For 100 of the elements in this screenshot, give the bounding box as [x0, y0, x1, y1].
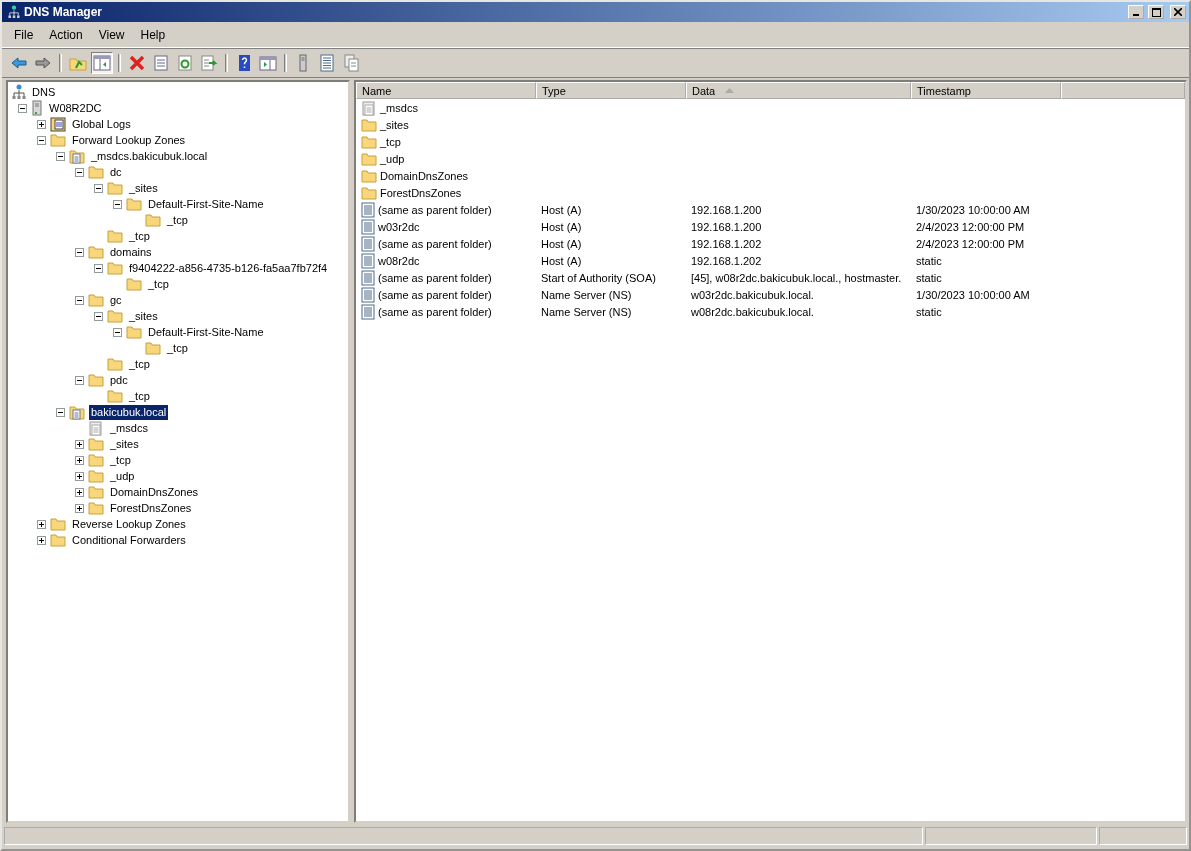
record-name[interactable]: w08r2dc	[378, 254, 420, 267]
tree-item[interactable]: _tcp	[146, 276, 171, 292]
tree-item[interactable]: bakicubuk.local	[89, 404, 169, 420]
tree-item[interactable]: Conditional Forwarders	[70, 532, 188, 548]
tree-item[interactable]: _sites	[127, 180, 160, 196]
collapse-toggle[interactable]	[56, 407, 65, 417]
record-icon	[361, 252, 375, 269]
tree-item[interactable]: _tcp	[127, 356, 152, 372]
record-timestamp: 2/4/2023 12:00:00 PM	[916, 237, 1025, 250]
tree-item[interactable]: ForestDnsZones	[108, 500, 194, 516]
network-icon	[8, 5, 20, 19]
tree-item[interactable]: _tcp	[165, 212, 190, 228]
record-name[interactable]: DomainDnsZones	[380, 169, 469, 182]
collapse-toggle[interactable]	[94, 183, 103, 193]
tree-item[interactable]: _tcp	[127, 228, 152, 244]
tree-item[interactable]: _tcp	[127, 388, 152, 404]
tree-item[interactable]: W08R2DC	[47, 100, 104, 116]
pane-icon[interactable]	[91, 52, 113, 74]
record-name[interactable]: _tcp	[380, 135, 401, 148]
window-title: DNS Manager	[24, 5, 103, 19]
record-name[interactable]: _msdcs	[380, 101, 418, 114]
record-name[interactable]: (same as parent folder)	[378, 271, 492, 284]
record-data: 192.168.1.200	[691, 220, 762, 233]
tree-item[interactable]: f9404222-a856-4735-b126-fa5aa7fb72f4	[127, 260, 330, 276]
collapse-toggle[interactable]	[75, 375, 84, 385]
tree-item[interactable]: _sites	[127, 308, 160, 324]
tree-item[interactable]: _msdcs.bakicubuk.local	[89, 148, 210, 164]
folder-icon	[50, 533, 66, 547]
record-icon	[361, 286, 375, 303]
export-icon[interactable]	[198, 52, 220, 74]
record-type: Host (A)	[541, 220, 582, 233]
tree-item[interactable]: Forward Lookup Zones	[70, 132, 188, 148]
tree-item[interactable]: Global Logs	[70, 116, 133, 132]
tree-item[interactable]: DNS	[30, 84, 58, 100]
tree-item[interactable]: pdc	[108, 372, 130, 388]
menu-item[interactable]: View	[90, 26, 133, 44]
collapse-toggle[interactable]	[113, 199, 122, 209]
column-header[interactable]: Timestamp	[911, 82, 1061, 99]
record-name[interactable]: ForestDnsZones	[380, 186, 462, 199]
folder-icon	[88, 469, 104, 483]
collapse-toggle[interactable]	[75, 295, 84, 305]
record-icon	[361, 235, 375, 252]
tree-item[interactable]: _tcp	[165, 340, 190, 356]
record-data: 192.168.1.202	[691, 254, 762, 267]
folder-icon	[126, 197, 142, 211]
record-name[interactable]: w03r2dc	[378, 220, 420, 233]
column-header[interactable]: Name	[356, 82, 536, 99]
collapse-toggle[interactable]	[18, 103, 27, 113]
folder-icon	[88, 501, 104, 515]
column-header[interactable]: Data	[686, 82, 911, 99]
record-name[interactable]: (same as parent folder)	[378, 288, 492, 301]
record-data: [45], w08r2dc.bakicubuk.local., hostmaster.	[691, 271, 902, 284]
folder-icon	[107, 229, 123, 243]
maximize-button[interactable]	[1148, 5, 1164, 19]
folder-icon	[88, 437, 104, 451]
record-name[interactable]: (same as parent folder)	[378, 237, 492, 250]
collapse-toggle[interactable]	[113, 327, 122, 337]
tree-item[interactable]: _udp	[108, 468, 137, 484]
record-data: 192.168.1.200	[691, 203, 762, 216]
expand-toggle[interactable]	[75, 487, 84, 497]
expand-toggle[interactable]	[75, 439, 84, 449]
expand-toggle[interactable]	[75, 471, 84, 481]
tree-item[interactable]: _sites	[108, 436, 141, 452]
collapse-toggle[interactable]	[37, 135, 46, 145]
record-name[interactable]: (same as parent folder)	[378, 305, 492, 318]
expand-toggle[interactable]	[37, 535, 46, 545]
collapse-toggle[interactable]	[56, 151, 65, 161]
expand-toggle[interactable]	[37, 519, 46, 529]
document-icon	[361, 99, 377, 116]
minimize-button[interactable]	[1128, 5, 1144, 19]
record-type: Host (A)	[541, 237, 582, 250]
expand-toggle[interactable]	[37, 119, 46, 129]
tree-item[interactable]: _tcp	[108, 452, 133, 468]
record-name[interactable]: (same as parent folder)	[378, 203, 492, 216]
record-name[interactable]: _udp	[380, 152, 405, 165]
tree-item[interactable]: Default-First-Site-Name	[146, 196, 266, 212]
collapse-toggle[interactable]	[94, 263, 103, 273]
collapse-toggle[interactable]	[94, 311, 103, 321]
tree-item[interactable]: Reverse Lookup Zones	[70, 516, 188, 532]
tree-item[interactable]: dc	[108, 164, 124, 180]
tree-item[interactable]: domains	[108, 244, 154, 260]
folder-icon	[361, 117, 377, 132]
record-type: Name Server (NS)	[541, 288, 632, 301]
record-name[interactable]: _sites	[380, 118, 409, 131]
collapse-toggle[interactable]	[75, 247, 84, 257]
menu-item[interactable]: Help	[132, 26, 174, 44]
column-header[interactable]: Type	[536, 82, 686, 99]
tree-item[interactable]: DomainDnsZones	[108, 484, 201, 500]
tree-item[interactable]: gc	[108, 292, 124, 308]
menu-item[interactable]: Action	[41, 26, 91, 44]
collapse-toggle[interactable]	[75, 167, 84, 177]
record-data: 192.168.1.202	[691, 237, 762, 250]
close-button[interactable]	[1170, 5, 1186, 19]
expand-toggle[interactable]	[75, 503, 84, 513]
tree-item[interactable]: Default-First-Site-Name	[146, 324, 266, 340]
folder-icon	[145, 341, 161, 355]
tree-item[interactable]: _msdcs	[108, 420, 150, 436]
menu-item[interactable]: File	[6, 26, 42, 44]
folder-icon	[88, 165, 104, 179]
expand-toggle[interactable]	[75, 455, 84, 465]
